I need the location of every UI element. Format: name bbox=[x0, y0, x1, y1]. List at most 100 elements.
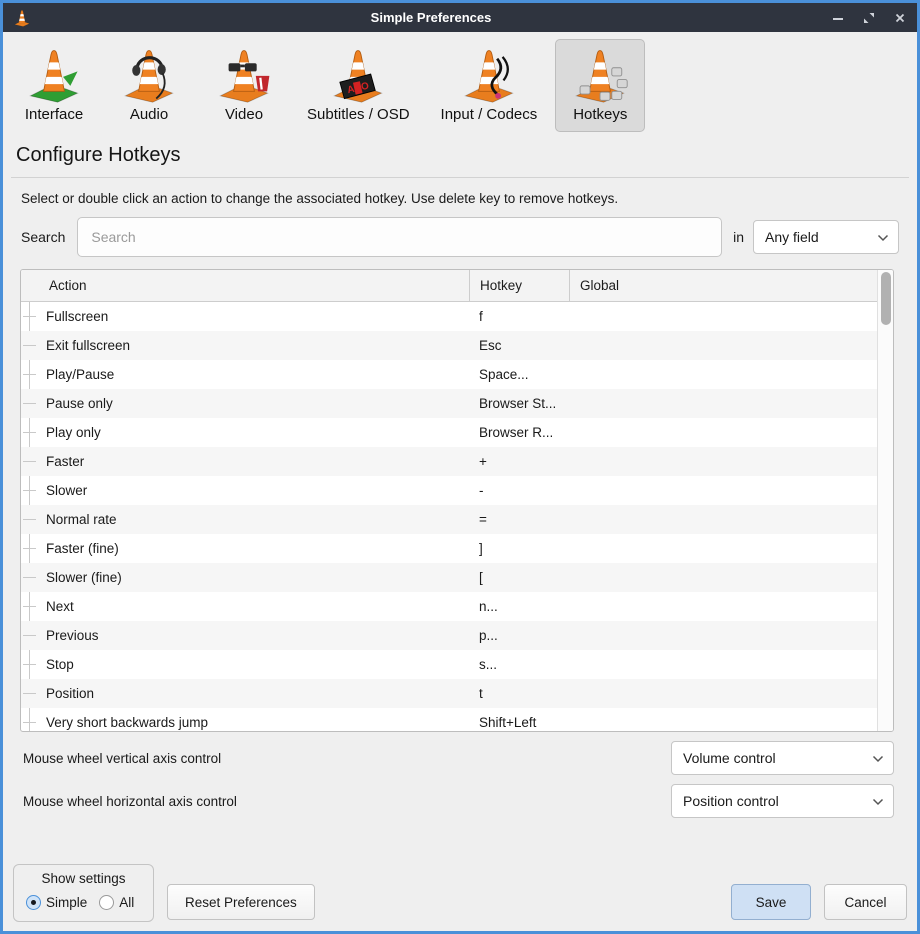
tree-branch-icon bbox=[23, 577, 36, 578]
chevron-down-icon bbox=[872, 750, 884, 766]
tab-icon bbox=[22, 46, 86, 104]
search-field-select[interactable]: Any field bbox=[753, 220, 899, 254]
tab-icon: A█O bbox=[326, 46, 390, 104]
hotkey-cell: Space... bbox=[469, 367, 569, 382]
tab-label: Input / Codecs bbox=[441, 106, 538, 123]
preferences-tab[interactable]: Hotkeys bbox=[555, 39, 645, 132]
tree-branch-icon bbox=[23, 461, 36, 462]
hotkey-cell: f bbox=[469, 309, 569, 324]
action-cell: Slower (fine) bbox=[21, 570, 469, 585]
close-icon[interactable] bbox=[893, 11, 907, 25]
tree-branch-icon bbox=[23, 432, 36, 433]
action-cell: Stop bbox=[21, 657, 469, 672]
tab-label: Interface bbox=[25, 106, 83, 123]
divider bbox=[11, 177, 909, 178]
chevron-down-icon bbox=[877, 229, 889, 245]
table-row[interactable]: Previous p... bbox=[21, 621, 877, 650]
action-cell: Position bbox=[21, 686, 469, 701]
show-settings-radios: Simple All bbox=[26, 895, 141, 910]
show-settings-group: Show settings Simple All bbox=[13, 864, 154, 922]
hotkey-cell: n... bbox=[469, 599, 569, 614]
tab-icon bbox=[212, 46, 276, 104]
save-button[interactable]: Save bbox=[731, 884, 811, 920]
tree-branch-icon bbox=[23, 403, 36, 404]
scrollbar-thumb[interactable] bbox=[881, 272, 891, 325]
wheel-controls: Mouse wheel vertical axis control Volume… bbox=[3, 732, 917, 818]
action-cell: Very short backwards jump bbox=[21, 715, 469, 730]
preferences-tab[interactable]: Interface bbox=[9, 39, 99, 132]
table-row[interactable]: Slower (fine) [ bbox=[21, 563, 877, 592]
tree-branch-icon bbox=[23, 693, 36, 694]
action-cell: Previous bbox=[21, 628, 469, 643]
tree-branch-icon bbox=[23, 548, 36, 549]
hotkey-cell: Shift+Left bbox=[469, 715, 569, 730]
table-row[interactable]: Pause only Browser St... bbox=[21, 389, 877, 418]
preferences-tab[interactable]: Input / Codecs bbox=[428, 39, 551, 132]
settings-radio-option[interactable]: All bbox=[99, 895, 134, 910]
table-row[interactable]: Play only Browser R... bbox=[21, 418, 877, 447]
search-row: Search in Any field bbox=[21, 217, 899, 257]
preferences-tab[interactable]: A█O Subtitles / OSD bbox=[294, 39, 423, 132]
reset-preferences-button[interactable]: Reset Preferences bbox=[167, 884, 315, 920]
radio-label: Simple bbox=[46, 895, 87, 910]
action-cell: Exit fullscreen bbox=[21, 338, 469, 353]
wheel-control-row: Mouse wheel horizontal axis control Posi… bbox=[23, 784, 894, 818]
table-row[interactable]: Next n... bbox=[21, 592, 877, 621]
tab-label: Video bbox=[225, 106, 263, 123]
column-header-global[interactable]: Global bbox=[569, 270, 893, 301]
action-cell: Slower bbox=[21, 483, 469, 498]
tab-icon bbox=[117, 46, 181, 104]
radio-icon[interactable] bbox=[99, 895, 114, 910]
search-input[interactable] bbox=[77, 217, 722, 257]
table-scrollbar[interactable] bbox=[877, 270, 893, 731]
table-row[interactable]: Normal rate = bbox=[21, 505, 877, 534]
preferences-tabbar: Interface Audio Video A█O Subtitles / OS… bbox=[3, 32, 917, 134]
action-cell: Pause only bbox=[21, 396, 469, 411]
hotkey-cell: + bbox=[469, 454, 569, 469]
radio-icon[interactable] bbox=[26, 895, 41, 910]
table-row[interactable]: Stop s... bbox=[21, 650, 877, 679]
tree-branch-icon bbox=[23, 316, 36, 317]
hotkey-cell: p... bbox=[469, 628, 569, 643]
preferences-tab[interactable]: Video bbox=[199, 39, 289, 132]
column-header-hotkey[interactable]: Hotkey bbox=[469, 270, 569, 301]
preferences-tab[interactable]: Audio bbox=[104, 39, 194, 132]
maximize-icon[interactable] bbox=[862, 11, 876, 25]
hotkey-cell: ] bbox=[469, 541, 569, 556]
table-row[interactable]: Faster + bbox=[21, 447, 877, 476]
vlc-cone-icon bbox=[13, 8, 31, 28]
wheel-control-value: Volume control bbox=[683, 750, 776, 766]
hotkeys-table: Action Hotkey Global Fullscreen f Exit f… bbox=[20, 269, 894, 732]
chevron-down-icon bbox=[872, 793, 884, 809]
settings-radio-option[interactable]: Simple bbox=[26, 895, 87, 910]
tree-branch-icon bbox=[23, 490, 36, 491]
show-settings-title: Show settings bbox=[26, 871, 141, 886]
window-controls bbox=[831, 11, 907, 25]
cancel-button[interactable]: Cancel bbox=[824, 884, 907, 920]
table-row[interactable]: Play/Pause Space... bbox=[21, 360, 877, 389]
table-row[interactable]: Slower - bbox=[21, 476, 877, 505]
tree-branch-icon bbox=[23, 664, 36, 665]
tree-branch-icon bbox=[23, 519, 36, 520]
tree-branch-icon bbox=[23, 374, 36, 375]
table-row[interactable]: Very short backwards jump Shift+Left bbox=[21, 708, 877, 731]
page-title: Configure Hotkeys bbox=[16, 144, 917, 167]
table-row[interactable]: Faster (fine) ] bbox=[21, 534, 877, 563]
action-cell: Next bbox=[21, 599, 469, 614]
table-row[interactable]: Exit fullscreen Esc bbox=[21, 331, 877, 360]
action-cell: Play/Pause bbox=[21, 367, 469, 382]
tree-branch-icon bbox=[23, 345, 36, 346]
hotkey-cell: = bbox=[469, 512, 569, 527]
action-cell: Faster (fine) bbox=[21, 541, 469, 556]
column-header-action[interactable]: Action bbox=[21, 270, 469, 301]
table-row[interactable]: Position t bbox=[21, 679, 877, 708]
hotkey-cell: Browser St... bbox=[469, 396, 569, 411]
tab-label: Subtitles / OSD bbox=[307, 106, 410, 123]
tab-icon bbox=[568, 46, 632, 104]
minimize-icon[interactable] bbox=[831, 11, 845, 25]
wheel-control-select[interactable]: Position control bbox=[671, 784, 894, 818]
table-row[interactable]: Fullscreen f bbox=[21, 302, 877, 331]
wheel-control-select[interactable]: Volume control bbox=[671, 741, 894, 775]
action-cell: Fullscreen bbox=[21, 309, 469, 324]
wheel-control-label: Mouse wheel vertical axis control bbox=[23, 751, 221, 766]
